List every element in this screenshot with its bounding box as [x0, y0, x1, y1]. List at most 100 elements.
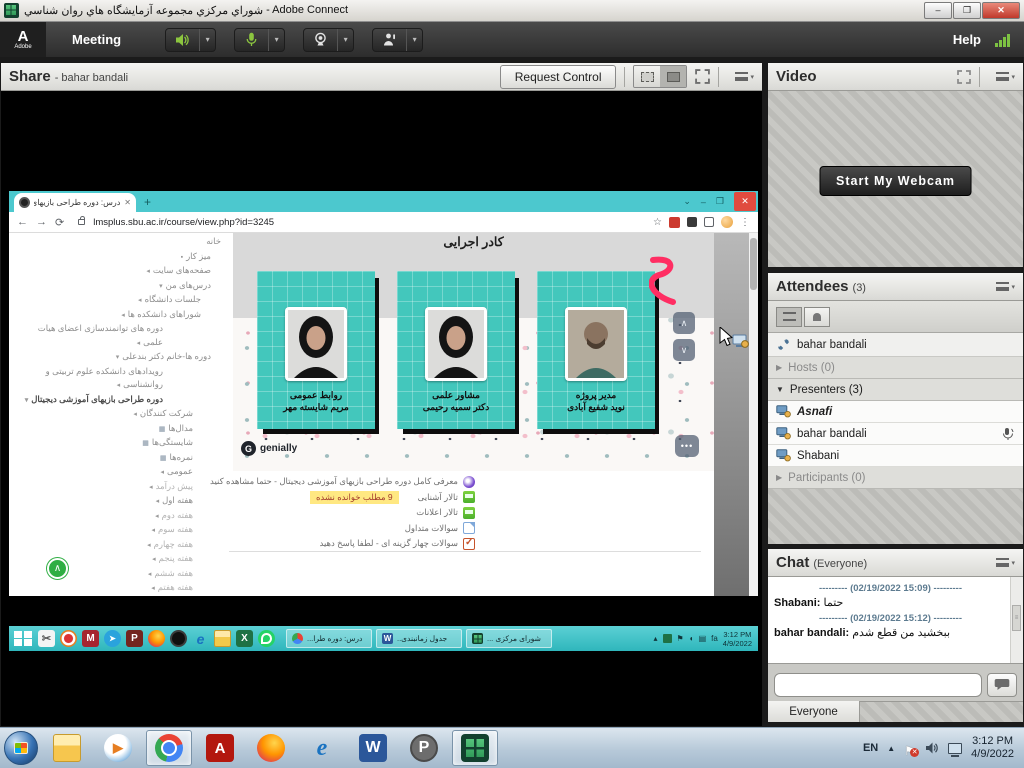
- scrollbar-thumb[interactable]: [750, 238, 757, 290]
- sidebar-item[interactable]: میز کار: [13, 250, 221, 265]
- webcam-button[interactable]: [304, 29, 338, 51]
- tray-caret-icon[interactable]: ▴: [654, 634, 658, 643]
- speaker-button[interactable]: [166, 29, 200, 51]
- fullscreen-icon[interactable]: [695, 69, 710, 84]
- actual-size-view-button[interactable]: [660, 66, 686, 87]
- participants-group-row[interactable]: ▶ Participants (0): [768, 467, 1023, 489]
- telegram-icon[interactable]: ➤: [104, 630, 121, 647]
- sidebar-item[interactable]: پیش درآمد: [13, 480, 221, 495]
- status-button[interactable]: [373, 29, 407, 51]
- tray-network-icon[interactable]: ▤: [699, 634, 707, 643]
- resource-label[interactable]: معرفی کامل دوره طراحی بازیهای آموزشی دیج…: [210, 476, 458, 487]
- chat-scrollbar-thumb[interactable]: ≡: [1012, 605, 1021, 631]
- sidebar-item[interactable]: نمره‌ها: [13, 451, 221, 466]
- extension-red-icon[interactable]: [669, 217, 680, 228]
- attendee-status-view-button[interactable]: [804, 307, 830, 327]
- connect-window-button[interactable]: شورای مرکزی ...: [466, 629, 552, 648]
- resource-label[interactable]: تالار اعلانات: [416, 507, 458, 518]
- slide-up-button[interactable]: ∧: [673, 312, 695, 334]
- adobe-connect-icon[interactable]: [452, 730, 498, 766]
- genially-brand[interactable]: G genially: [241, 441, 297, 456]
- minimize-button[interactable]: –: [924, 2, 952, 19]
- firefox-icon[interactable]: [248, 730, 294, 766]
- chat-tab-everyone[interactable]: Everyone: [768, 701, 860, 722]
- microphone-button[interactable]: [235, 29, 269, 51]
- attendee-row[interactable]: Shabani: [768, 445, 1023, 467]
- sidebar-item[interactable]: دوره ها-خانم دکتر بندعلی: [13, 350, 221, 365]
- fit-view-button[interactable]: [634, 66, 660, 87]
- scroll-to-top-button[interactable]: ∧: [47, 558, 68, 579]
- resource-label[interactable]: سوالات متداول: [405, 523, 458, 534]
- tab-search-caret[interactable]: ⌄: [683, 196, 691, 207]
- video-fullscreen-icon[interactable]: [957, 70, 971, 84]
- sidebar-item[interactable]: هفته اول: [13, 494, 221, 509]
- share-pod-menu-button[interactable]: ▾: [735, 72, 754, 81]
- request-control-button[interactable]: Request Control: [500, 65, 617, 89]
- browser-menu-icon[interactable]: ⋮: [740, 217, 750, 228]
- url-text[interactable]: lmsplus.sbu.ac.ir/course/view.php?id=324…: [93, 217, 274, 228]
- network-icon[interactable]: [948, 743, 962, 754]
- back-icon[interactable]: ←: [17, 216, 28, 228]
- status-dropdown[interactable]: ▾: [407, 29, 422, 51]
- snipping-tool-icon[interactable]: ✂: [38, 630, 55, 647]
- chat-input[interactable]: [774, 673, 982, 697]
- extension-dark-icon[interactable]: [687, 217, 697, 227]
- sidebar-item[interactable]: درس‌های من: [13, 279, 221, 294]
- sidebar-item[interactable]: دوره طراحی بازیهای آموزشی دیجیتال: [13, 393, 183, 408]
- hosts-group-row[interactable]: ▶ Hosts (0): [768, 357, 1023, 379]
- shared-start-button[interactable]: [13, 630, 33, 648]
- sidebar-item[interactable]: صفحه‌های سایت: [13, 264, 221, 279]
- chrome-window-button[interactable]: درس: دوره طرا...: [286, 629, 372, 648]
- attendee-list-view-button[interactable]: [776, 307, 802, 327]
- acrobat-icon[interactable]: A: [197, 730, 243, 766]
- attendee-row[interactable]: Asnafi: [768, 401, 1023, 423]
- chrome-icon[interactable]: [146, 730, 192, 766]
- profile-avatar[interactable]: [721, 216, 733, 228]
- whatsapp-icon[interactable]: [258, 630, 275, 647]
- speaker-dropdown[interactable]: ▾: [200, 29, 215, 51]
- sidebar-item[interactable]: هفته دوم: [13, 509, 221, 524]
- browser-close[interactable]: ✕: [734, 192, 756, 211]
- obs-icon[interactable]: [170, 630, 187, 647]
- sidebar-item[interactable]: عمومی: [13, 465, 221, 480]
- volume-icon[interactable]: [925, 741, 939, 755]
- browser-tab[interactable]: درس: دوره طراحی بازیهای آموزشی ✕: [14, 193, 136, 212]
- internet-explorer-icon[interactable]: e: [299, 730, 345, 766]
- restore-button[interactable]: ❐: [953, 2, 981, 19]
- psiphon-icon[interactable]: P: [126, 630, 143, 647]
- sidebar-item[interactable]: شایستگی‌ها: [13, 436, 221, 451]
- sidebar-item[interactable]: جلسات دانشگاه: [13, 293, 221, 308]
- sidebar-item[interactable]: هفته ششم: [13, 567, 221, 582]
- attendees-pod-menu-button[interactable]: ▾: [996, 282, 1015, 291]
- video-pod-menu-button[interactable]: ▾: [996, 72, 1015, 81]
- sidebar-item[interactable]: هفته چهارم: [13, 538, 221, 553]
- sidebar-item[interactable]: مدال‌ها: [13, 422, 221, 437]
- adobe-m-app-icon[interactable]: M: [82, 630, 99, 647]
- tray-flag-icon[interactable]: ⚑: [677, 634, 684, 643]
- shared-clock[interactable]: 3:12 PM 4/9/2022: [723, 630, 754, 648]
- sidebar-item[interactable]: دوره های توانمندسازی اعضای هیات علمی: [13, 322, 183, 350]
- connection-signal-icon[interactable]: [995, 33, 1014, 47]
- screen-recorder-icon[interactable]: [60, 630, 77, 647]
- sidebar-item[interactable]: شرکت کنندگان: [13, 407, 221, 422]
- active-speaker-row[interactable]: bahar bandali: [768, 333, 1023, 357]
- sidebar-item[interactable]: هفته سوم: [13, 523, 221, 538]
- forward-icon[interactable]: →: [36, 216, 47, 228]
- taskbar-clock[interactable]: 3:12 PM 4/9/2022: [971, 735, 1020, 761]
- sidebar-toggle-icon[interactable]: [704, 217, 714, 227]
- embed-options-button[interactable]: •••: [675, 435, 699, 457]
- sidebar-item[interactable]: هفته هفتم: [13, 581, 221, 596]
- chat-scrollbar[interactable]: ≡: [1010, 577, 1023, 664]
- action-center-flag-icon[interactable]: [904, 742, 916, 755]
- help-menu[interactable]: Help: [953, 32, 981, 47]
- reload-icon[interactable]: ⟳: [55, 216, 64, 229]
- sidebar-item[interactable]: هفته هشتم: [13, 596, 221, 597]
- tray-language[interactable]: fa: [711, 634, 718, 643]
- tray-expand-icon[interactable]: ▲: [887, 744, 895, 753]
- firefox-icon[interactable]: [148, 630, 165, 647]
- start-button[interactable]: [4, 731, 38, 765]
- new-tab-button[interactable]: +: [144, 195, 151, 209]
- bookmark-star-icon[interactable]: ☆: [653, 217, 662, 228]
- file-explorer-icon[interactable]: [214, 630, 231, 647]
- browser-restore[interactable]: ❐: [716, 196, 724, 207]
